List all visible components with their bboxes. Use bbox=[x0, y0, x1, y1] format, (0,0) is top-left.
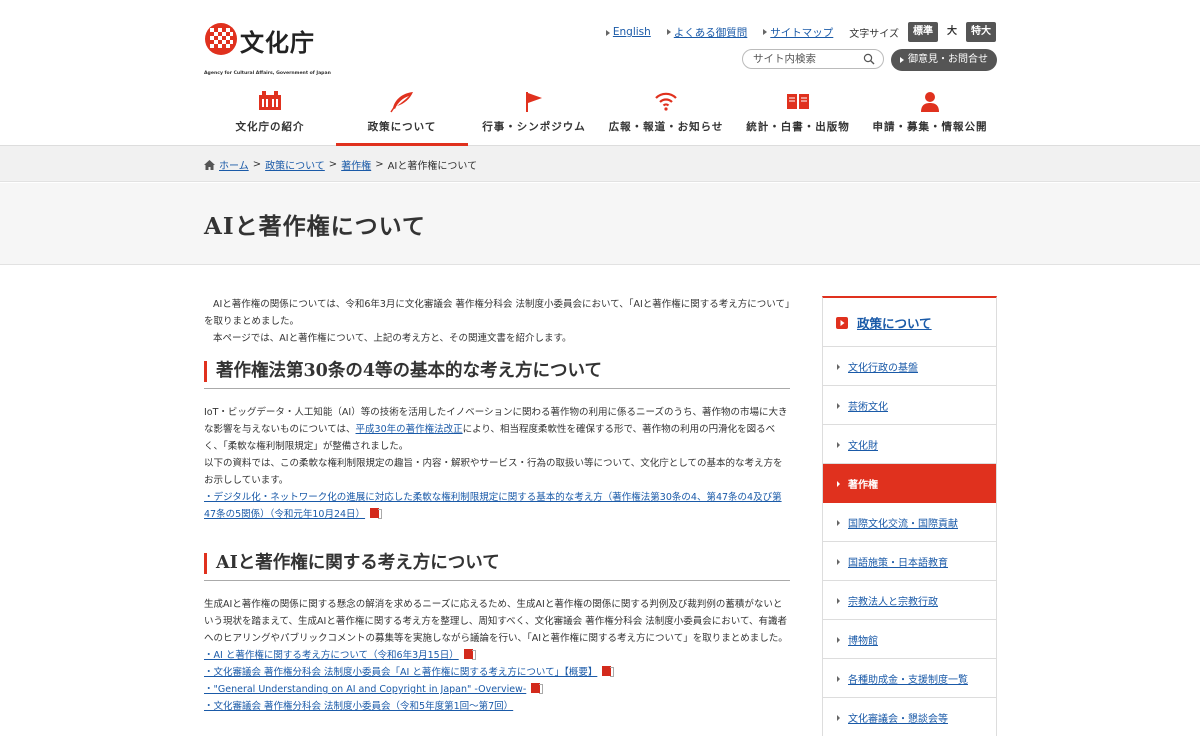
logo-english-text: Agency for Cultural Affairs, Government … bbox=[204, 71, 331, 76]
section-paragraph: IoT・ビッグデータ・人工知能（AI）等の技術を活用したイノベーションに関わる著… bbox=[204, 404, 790, 455]
nav-label: 申請・募集・情報公開 bbox=[872, 121, 988, 133]
pdf-icon bbox=[463, 649, 476, 660]
page-title: AIと著作権について bbox=[204, 213, 426, 240]
nav-item-statistics[interactable]: 統計・白書・出版物 bbox=[732, 86, 864, 146]
document-link-item: ・"General Understanding on AI and Copyri… bbox=[204, 681, 790, 698]
person-icon bbox=[921, 92, 939, 112]
nav-item-about[interactable]: 文化庁の紹介 bbox=[204, 86, 336, 146]
nav-label: 統計・白書・出版物 bbox=[746, 121, 850, 133]
ai-concept-english-link[interactable]: ・"General Understanding on AI and Copyri… bbox=[204, 684, 526, 695]
sidebar-item-japanese-language[interactable]: 国語施策・日本語教育 bbox=[823, 542, 996, 581]
sitemap-link[interactable]: サイトマップ bbox=[763, 25, 833, 40]
font-size-large-button[interactable]: 大 bbox=[941, 22, 963, 42]
book-icon bbox=[787, 94, 809, 109]
sidebar: 政策について 文化行政の基盤 芸術文化 文化財 著作権 国際文化交流・国際貢献 … bbox=[822, 296, 997, 736]
sidebar-item-international[interactable]: 国際文化交流・国際貢献 bbox=[823, 503, 996, 542]
nav-label: 広報・報道・お知らせ bbox=[608, 121, 724, 133]
sidebar-item-grants[interactable]: 各種助成金・支援制度一覧 bbox=[823, 659, 996, 698]
sidebar-item-arts[interactable]: 芸術文化 bbox=[823, 386, 996, 425]
section-body: IoT・ビッグデータ・人工知能（AI）等の技術を活用したイノベーションに関わる著… bbox=[204, 404, 790, 523]
breadcrumb-band: ホーム > 政策について > 著作権 > AIと著作権について bbox=[0, 146, 1200, 182]
intro: AIと著作権の関係については、令和6年3月に文化審議会 著作権分科会 法制度小委… bbox=[204, 296, 790, 347]
site-logo[interactable]: 文化庁 Agency for Cultural Affairs, Governm… bbox=[204, 22, 331, 76]
flag-icon bbox=[526, 92, 542, 112]
nav-item-events[interactable]: 行事・シンポジウム bbox=[468, 86, 600, 146]
subcommittee-meetings-link[interactable]: ・文化審議会 著作権分科会 法制度小委員会（令和5年度第1回〜第7回） bbox=[204, 701, 513, 712]
nav-label: 行事・シンポジウム bbox=[482, 121, 586, 133]
sidebar-item-label[interactable]: 国際文化交流・国際貢献 bbox=[848, 515, 958, 530]
sidebar-item-museums[interactable]: 博物館 bbox=[823, 620, 996, 659]
nav-item-applications[interactable]: 申請・募集・情報公開 bbox=[864, 86, 996, 146]
utility-nav: English よくある御質問 サイトマップ 文字サイズ 標準 大 特大 bbox=[590, 22, 996, 42]
document-link-item: ・AI と著作権に関する考え方について（令和6年3月15日） bbox=[204, 647, 790, 664]
nav-item-pr[interactable]: 広報・報道・お知らせ bbox=[600, 86, 732, 146]
search-input[interactable] bbox=[753, 51, 853, 67]
nav-item-policy[interactable]: 政策について bbox=[336, 86, 468, 146]
wifi-icon bbox=[655, 92, 677, 111]
sidebar-item-label[interactable]: 文化審議会・懇談会等 bbox=[848, 710, 948, 725]
breadcrumb-separator: > bbox=[252, 159, 262, 170]
logo-text: 文化庁 bbox=[240, 28, 315, 57]
sidebar-item-cultural-admin[interactable]: 文化行政の基盤 bbox=[823, 347, 996, 386]
sidebar-item-label[interactable]: 著作権 bbox=[848, 476, 878, 491]
english-link[interactable]: English bbox=[605, 26, 651, 38]
sidebar-item-cultural-properties[interactable]: 文化財 bbox=[823, 425, 996, 464]
sidebar-item-label[interactable]: 各種助成金・支援制度一覧 bbox=[848, 671, 968, 686]
section-paragraph: 生成AIと著作権の関係に関する懸念の解消を求めるニーズに応えるため、生成AIと著… bbox=[204, 599, 788, 644]
basic-concept-doc-link[interactable]: ・デジタル化・ネットワーク化の進展に対応した柔軟な権利制限規定に関する基本的な考… bbox=[204, 492, 782, 520]
font-size-label: 文字サイズ bbox=[849, 28, 899, 40]
section-heading-ai-copyright: AIと著作権に関する考え方について bbox=[204, 549, 790, 581]
font-size-xlarge-button[interactable]: 特大 bbox=[966, 22, 996, 42]
main-content: AIと著作権の関係については、令和6年3月に文化審議会 著作権分科会 法制度小委… bbox=[204, 296, 790, 715]
breadcrumb-home-link[interactable]: ホーム bbox=[219, 157, 249, 172]
sidebar-item-label[interactable]: 文化財 bbox=[848, 437, 878, 452]
sidebar-item-label[interactable]: 宗教法人と宗教行政 bbox=[848, 593, 938, 608]
ai-concept-summary-link[interactable]: ・文化審議会 著作権分科会 法制度小委員会「AI と著作権に関する考え方について… bbox=[204, 667, 597, 678]
sidebar-item-label[interactable]: 国語施策・日本語教育 bbox=[848, 554, 948, 569]
faq-link[interactable]: よくある御質問 bbox=[666, 25, 747, 40]
sidebar-item-councils[interactable]: 文化審議会・懇談会等 bbox=[823, 698, 996, 736]
home-icon bbox=[204, 159, 215, 170]
sidebar-item-copyright[interactable]: 著作権 bbox=[823, 464, 996, 503]
document-link-item: ・デジタル化・ネットワーク化の進展に対応した柔軟な権利制限規定に関する基本的な考… bbox=[204, 489, 790, 523]
section-body: 生成AIと著作権の関係に関する懸念の解消を求めるニーズに応えるため、生成AIと著… bbox=[204, 596, 790, 715]
sidebar-item-religion[interactable]: 宗教法人と宗教行政 bbox=[823, 581, 996, 620]
logo-mark-icon bbox=[205, 23, 237, 55]
site-header: 文化庁 Agency for Cultural Affairs, Governm… bbox=[0, 0, 1200, 146]
section-paragraph: 以下の資料では、この柔軟な権利制限規定の趣旨・内容・解釈やサービス・行為の取扱い… bbox=[204, 458, 783, 486]
document-link-item: ・文化審議会 著作権分科会 法制度小委員会（令和5年度第1回〜第7回） bbox=[204, 698, 790, 715]
quill-icon bbox=[390, 92, 413, 113]
global-nav: 文化庁の紹介 政策について 行事・シンポジウム 広報・報道・お知らせ 統計・白書… bbox=[204, 86, 996, 146]
breadcrumb-policy-link[interactable]: 政策について bbox=[265, 157, 325, 172]
contact-button[interactable]: 御意見・お問合せ bbox=[891, 49, 997, 71]
intro-paragraph: AIと著作権の関係については、令和6年3月に文化審議会 著作権分科会 法制度小委… bbox=[204, 299, 790, 327]
sidebar-item-label[interactable]: 文化行政の基盤 bbox=[848, 359, 918, 374]
pdf-icon bbox=[531, 683, 544, 694]
breadcrumb-current: AIと著作権について bbox=[387, 161, 478, 172]
intro-paragraph: 本ページでは、AIと著作権について、上記の考え方と、その関連文書を紹介します。 bbox=[213, 333, 572, 344]
breadcrumb: ホーム > 政策について > 著作権 > AIと著作権について bbox=[204, 157, 477, 172]
building-icon bbox=[259, 91, 281, 110]
document-link-list: ・AI と著作権に関する考え方について（令和6年3月15日） ・文化審議会 著作… bbox=[204, 647, 790, 715]
sidebar-item-label[interactable]: 博物館 bbox=[848, 632, 878, 647]
play-icon bbox=[836, 317, 848, 329]
pdf-icon bbox=[602, 666, 615, 677]
font-size-standard-button[interactable]: 標準 bbox=[908, 22, 938, 42]
breadcrumb-separator: > bbox=[328, 159, 338, 170]
law-amendment-link[interactable]: 平成30年の著作権法改正 bbox=[356, 424, 463, 435]
breadcrumb-copyright-link[interactable]: 著作権 bbox=[341, 157, 371, 172]
nav-label: 政策について bbox=[367, 121, 437, 133]
document-link-item: ・文化審議会 著作権分科会 法制度小委員会「AI と著作権に関する考え方について… bbox=[204, 664, 790, 681]
search-icon[interactable] bbox=[863, 53, 875, 65]
section-heading-article30-4: 著作権法第30条の4等の基本的な考え方について bbox=[204, 357, 790, 389]
sidebar-item-label[interactable]: 芸術文化 bbox=[848, 398, 888, 413]
pdf-icon bbox=[370, 508, 383, 519]
sidebar-heading-link[interactable]: 政策について bbox=[857, 313, 932, 332]
title-band: AIと著作権について bbox=[0, 183, 1200, 265]
nav-label: 文化庁の紹介 bbox=[235, 121, 305, 133]
site-search bbox=[742, 49, 884, 69]
breadcrumb-separator: > bbox=[375, 159, 384, 170]
sidebar-heading: 政策について bbox=[823, 298, 996, 347]
ai-concept-doc-link[interactable]: ・AI と著作権に関する考え方について（令和6年3月15日） bbox=[204, 650, 459, 661]
